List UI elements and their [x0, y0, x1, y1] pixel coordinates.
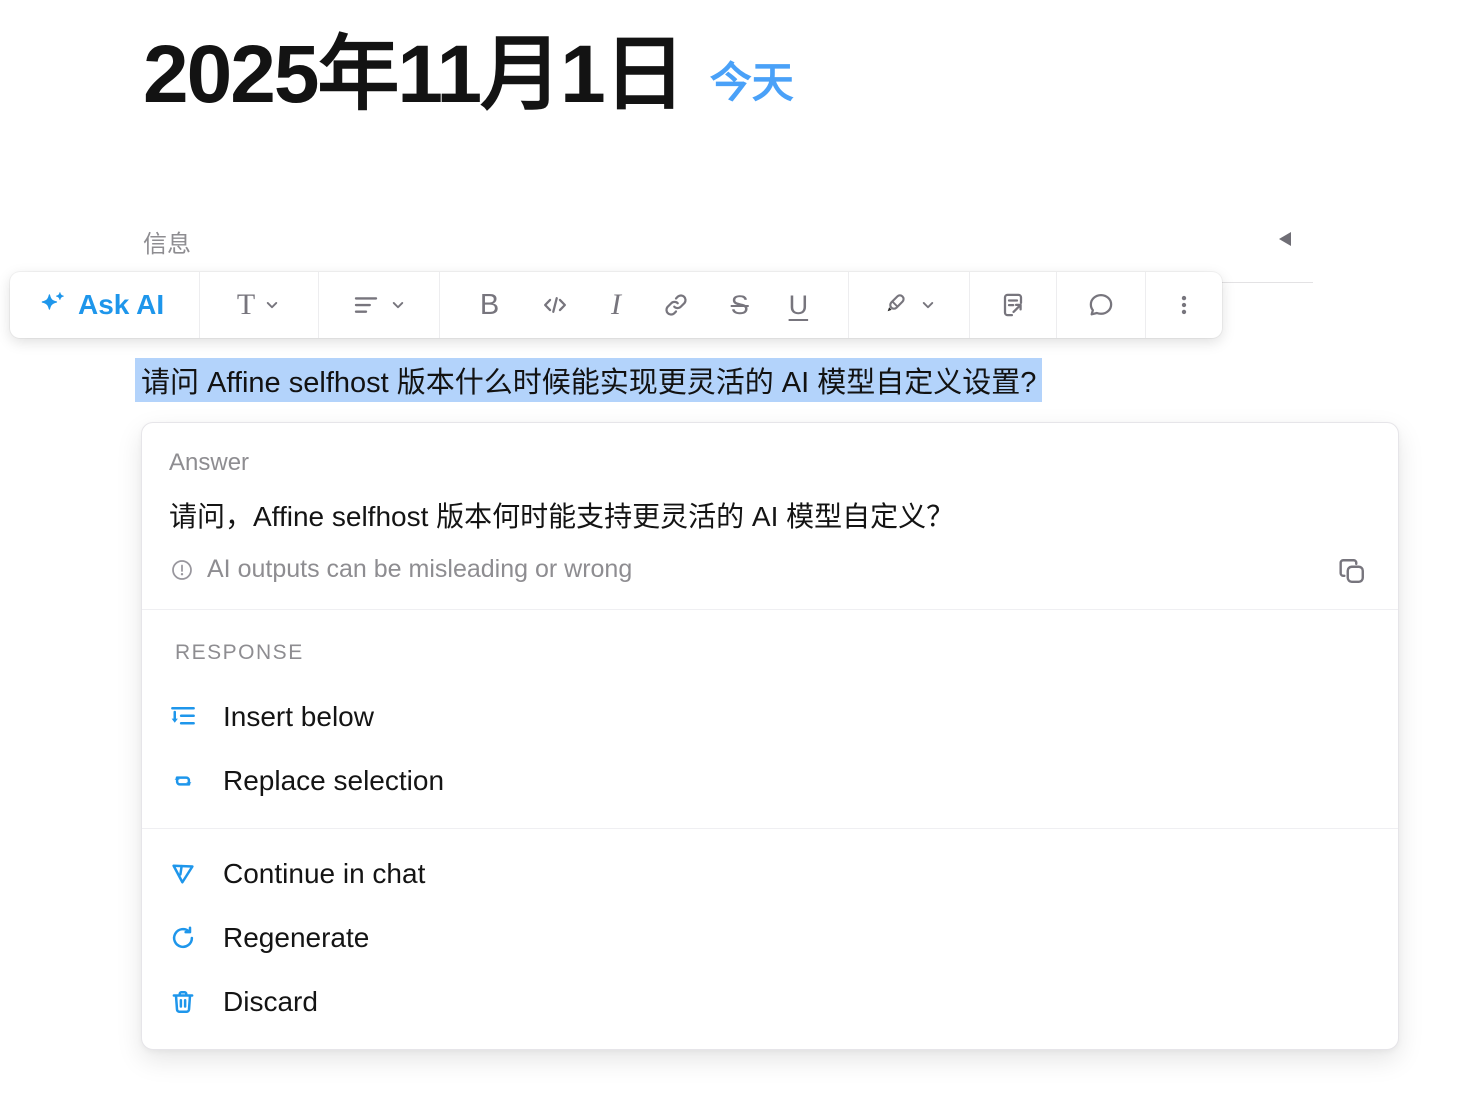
- warning-icon: [169, 557, 195, 583]
- align-group: [319, 272, 440, 338]
- comment-group: [1057, 272, 1146, 338]
- inline-code-button[interactable]: [539, 289, 571, 321]
- trash-icon: [168, 987, 198, 1017]
- discard-item[interactable]: Discard: [156, 978, 1384, 1026]
- section-label[interactable]: 信息: [143, 224, 191, 259]
- panel-divider: [142, 828, 1398, 829]
- ai-answer-panel: Answer 请问，Affine selfhost 版本何时能支持更灵活的 AI…: [141, 422, 1399, 1050]
- linked-doc-button[interactable]: [997, 289, 1029, 321]
- ask-ai-button[interactable]: Ask AI: [10, 272, 200, 338]
- answer-label: Answer: [169, 449, 249, 477]
- menu-item-label: Replace selection: [223, 765, 444, 797]
- menu-item-label: Insert below: [223, 701, 374, 733]
- chevron-down-icon: [919, 296, 937, 314]
- align-dropdown[interactable]: [351, 290, 407, 320]
- highlight-group: [849, 272, 970, 338]
- sparkle-icon: [38, 290, 68, 320]
- page-title[interactable]: 2025年11月1日: [143, 28, 684, 122]
- menu-item-label: Continue in chat: [223, 858, 425, 890]
- underline-button[interactable]: U: [789, 290, 809, 321]
- formatting-toolbar: Ask AI T B: [10, 272, 1222, 338]
- paper-plane-icon: [168, 859, 198, 889]
- chevron-down-icon: [389, 296, 407, 314]
- warning-text: AI outputs can be misleading or wrong: [207, 555, 632, 584]
- page-title-row: 2025年11月1日 今天: [143, 28, 794, 122]
- collapse-triangle-icon[interactable]: [1279, 232, 1291, 246]
- highlighter-dropdown[interactable]: [881, 290, 937, 320]
- regenerate-item[interactable]: Regenerate: [156, 914, 1384, 962]
- more-icon: [1171, 292, 1197, 318]
- response-header: RESPONSE: [175, 641, 304, 665]
- answer-text: 请问，Affine selfhost 版本何时能支持更灵活的 AI 模型自定义？: [169, 495, 954, 535]
- continue-in-chat-item[interactable]: Continue in chat: [156, 850, 1384, 898]
- comment-icon: [1085, 289, 1117, 321]
- ai-warning-row: AI outputs can be misleading or wrong: [169, 555, 632, 584]
- panel-divider: [142, 609, 1398, 610]
- chevron-down-icon: [263, 296, 281, 314]
- inline-format-group: B I S U: [440, 272, 849, 338]
- insert-below-item[interactable]: Insert below: [156, 693, 1384, 741]
- underline-icon: U: [789, 290, 809, 321]
- insert-below-icon: [168, 702, 198, 732]
- text-style-group: T: [200, 272, 319, 338]
- link-button[interactable]: [661, 290, 691, 320]
- replace-selection-item[interactable]: Replace selection: [156, 757, 1384, 805]
- italic-icon: I: [611, 288, 621, 322]
- refresh-icon: [168, 923, 198, 953]
- link-icon: [661, 290, 691, 320]
- italic-button[interactable]: I: [611, 288, 621, 322]
- more-button[interactable]: [1171, 292, 1197, 318]
- inline-code-icon: [539, 289, 571, 321]
- bold-button[interactable]: B: [480, 289, 499, 322]
- comment-button[interactable]: [1085, 289, 1117, 321]
- linked-doc-group: [970, 272, 1057, 338]
- strikethrough-button[interactable]: S: [731, 290, 749, 321]
- text-style-dropdown[interactable]: T: [237, 288, 281, 322]
- menu-item-label: Discard: [223, 986, 318, 1018]
- selected-text[interactable]: 请问 Affine selfhost 版本什么时候能实现更灵活的 AI 模型自定…: [135, 358, 1042, 402]
- copy-button[interactable]: [1332, 551, 1372, 591]
- ask-ai-label: Ask AI: [78, 289, 164, 321]
- more-group: [1146, 272, 1222, 338]
- copy-icon: [1335, 554, 1369, 588]
- strikethrough-icon: S: [731, 290, 749, 321]
- menu-item-label: Regenerate: [223, 922, 369, 954]
- replace-selection-icon: [168, 766, 198, 796]
- highlighter-icon: [881, 290, 911, 320]
- text-style-icon: T: [237, 288, 255, 322]
- align-icon: [351, 290, 381, 320]
- bold-icon: B: [480, 289, 499, 322]
- linked-doc-icon: [997, 289, 1029, 321]
- today-badge: 今天: [710, 49, 794, 122]
